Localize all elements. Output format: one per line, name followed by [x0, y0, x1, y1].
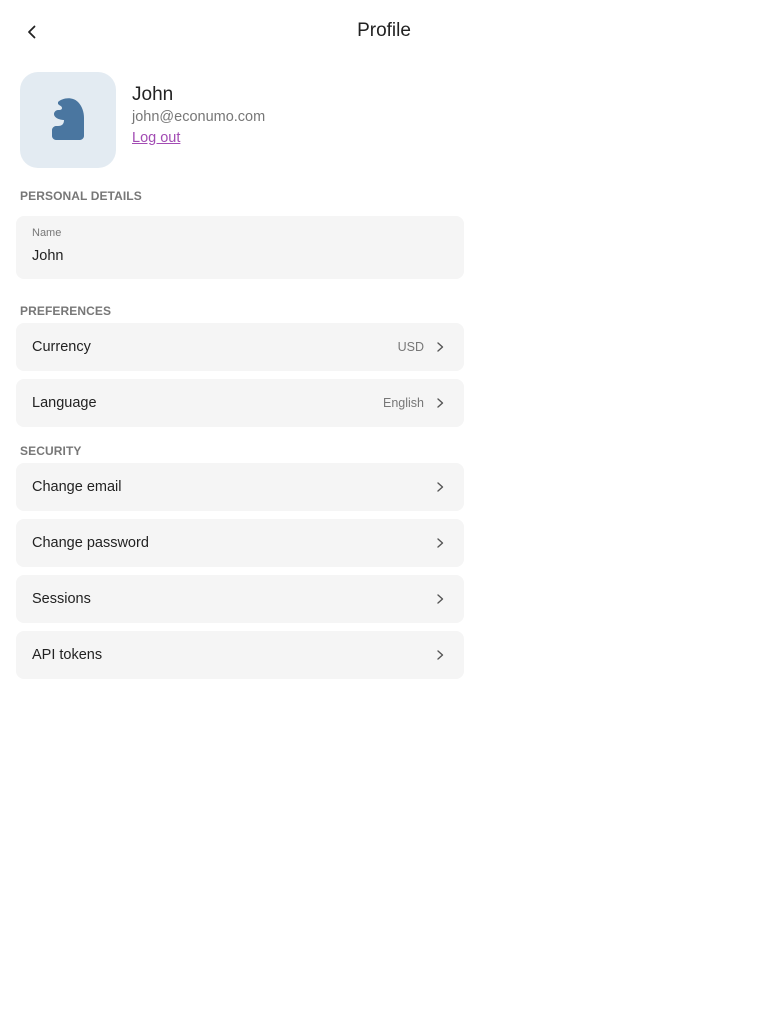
- top-bar: Profile: [0, 0, 768, 64]
- knight-chess-icon: [52, 98, 84, 140]
- settings-item-api-tokens[interactable]: API tokens: [16, 631, 464, 679]
- page-title: Profile: [357, 20, 411, 41]
- chevron-right-icon: [432, 591, 448, 607]
- settings-item-label: API tokens: [32, 647, 103, 663]
- settings-item-change-email[interactable]: Change email: [16, 463, 464, 511]
- section-header-security: SECURITY: [20, 444, 82, 458]
- settings-item-value: English: [383, 396, 424, 410]
- name-field-label: Name: [32, 227, 62, 239]
- settings-item-label: Change password: [32, 535, 149, 551]
- settings-item-language[interactable]: Language English: [16, 379, 464, 427]
- chevron-right-icon: [432, 535, 448, 551]
- settings-item-label: Sessions: [32, 591, 91, 607]
- settings-item-value: USD: [397, 340, 424, 354]
- settings-item-label: Change email: [32, 479, 122, 495]
- section-header-personal-details: PERSONAL DETAILS: [20, 189, 142, 203]
- profile-summary: John john@econumo.com Log out: [20, 72, 265, 168]
- settings-item-sessions[interactable]: Sessions: [16, 575, 464, 623]
- user-name: John: [132, 84, 174, 105]
- chevron-right-icon: [432, 647, 448, 663]
- profile-info: John john@econumo.com Log out: [132, 83, 265, 149]
- logout-link[interactable]: Log out: [132, 127, 265, 149]
- name-field-value: John: [32, 248, 64, 264]
- settings-item-change-password[interactable]: Change password: [16, 519, 464, 567]
- avatar: [20, 72, 116, 168]
- settings-item-label: Language: [32, 395, 97, 411]
- chevron-right-icon: [432, 395, 448, 411]
- section-header-preferences: PREFERENCES: [20, 304, 112, 318]
- settings-item-currency[interactable]: Currency USD: [16, 323, 464, 371]
- user-email: john@econumo.com: [132, 109, 266, 125]
- chevron-right-icon: [432, 479, 448, 495]
- profile-page: Profile John john@econumo.com Log out PE…: [0, 0, 768, 1024]
- settings-item-label: Currency: [32, 339, 91, 355]
- name-field[interactable]: Name John: [16, 216, 464, 279]
- chevron-right-icon: [432, 339, 448, 355]
